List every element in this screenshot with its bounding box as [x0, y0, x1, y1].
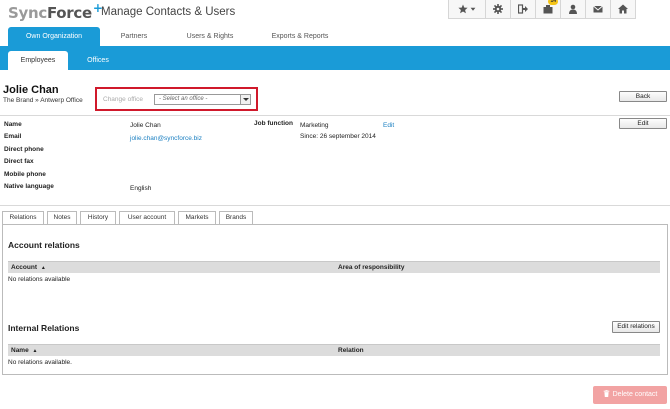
job-function-label: Job function: [254, 120, 293, 127]
tab-notes[interactable]: Notes: [47, 211, 77, 225]
inbox-icon: [543, 5, 553, 14]
caret-down-icon: [470, 7, 476, 11]
internal-relations-empty: No relations available.: [8, 359, 72, 366]
sign-out-icon: [518, 4, 528, 14]
divider: [0, 205, 670, 206]
sort-asc-icon: ▲: [40, 265, 46, 271]
office-select-value: - Select an office -: [159, 96, 208, 102]
logo-force-text: Force: [46, 4, 92, 22]
tab-relations[interactable]: Relations: [2, 211, 44, 225]
user-icon: [569, 4, 577, 14]
back-button[interactable]: Back: [619, 91, 667, 102]
area-column-header[interactable]: Area of responsibility: [338, 264, 404, 271]
native-language-value: English: [130, 185, 152, 192]
tab-user-account[interactable]: User account: [119, 211, 175, 225]
account-relations-title: Account relations: [8, 240, 80, 250]
sign-out-button[interactable]: [510, 0, 535, 18]
main-navigation: Own Organization Partners Users & Rights…: [0, 27, 670, 46]
page-title: Jolie Chan: [3, 84, 59, 96]
mobile-phone-label: Mobile phone: [4, 171, 46, 178]
mail-icon: [593, 5, 603, 13]
syncforce-logo[interactable]: SyncForce+: [8, 1, 103, 22]
account-column-header[interactable]: Account ▲: [11, 264, 46, 271]
relation-column-header[interactable]: Relation: [338, 347, 364, 354]
tab-exports-reports[interactable]: Exports & Reports: [255, 27, 345, 46]
messages-button[interactable]: [585, 0, 610, 18]
app-title: Manage Contacts & Users: [101, 6, 236, 18]
trash-icon: [603, 390, 609, 397]
sort-asc-icon: ▲: [32, 348, 38, 354]
home-icon: [618, 4, 628, 14]
change-office-label: Change office: [103, 96, 143, 103]
office-select[interactable]: - Select an office -: [154, 94, 251, 105]
job-since: Since: 26 september 2014: [300, 133, 376, 140]
profile-button[interactable]: [560, 0, 585, 18]
edit-relations-button[interactable]: Edit relations: [612, 321, 660, 333]
gear-icon: [493, 4, 503, 14]
name-label: Name: [4, 121, 22, 128]
native-language-label: Native language: [4, 183, 54, 190]
logo-sync-text: Sync: [8, 4, 47, 22]
tab-employees[interactable]: Employees: [8, 51, 68, 70]
top-toolbar: 14: [448, 0, 636, 19]
tab-own-organization[interactable]: Own Organization: [8, 27, 100, 46]
tab-partners[interactable]: Partners: [103, 27, 165, 46]
app-header: SyncForce+ Manage Contacts & Users 14: [0, 0, 670, 27]
account-relations-empty: No relations available: [8, 276, 71, 283]
tab-history[interactable]: History: [80, 211, 116, 225]
tab-brands[interactable]: Brands: [219, 211, 253, 225]
tab-markets[interactable]: Markets: [178, 211, 216, 225]
inbox-button[interactable]: 14: [535, 0, 560, 18]
notification-badge: 14: [548, 0, 558, 5]
internal-relations-header: Name ▲ Relation: [8, 344, 660, 356]
divider: [0, 115, 670, 116]
email-label: Email: [4, 133, 22, 140]
name-value: Jolie Chan: [130, 122, 161, 129]
edit-button[interactable]: Edit: [619, 118, 667, 129]
home-button[interactable]: [610, 0, 635, 18]
star-icon: [458, 4, 468, 14]
name-column-header[interactable]: Name ▲: [11, 347, 37, 354]
favorites-button[interactable]: [449, 0, 485, 18]
delete-contact-button[interactable]: Delete contact: [593, 386, 667, 404]
chevron-down-icon[interactable]: [240, 95, 250, 104]
tab-users-rights[interactable]: Users & Rights: [170, 27, 250, 46]
direct-fax-label: Direct fax: [4, 158, 34, 165]
change-office-highlight: Change office - Select an office -: [95, 87, 258, 111]
email-link[interactable]: jolie.chan@syncforce.biz: [130, 135, 202, 142]
settings-button[interactable]: [485, 0, 510, 18]
account-relations-header: Account ▲ Area of responsibility: [8, 261, 660, 273]
direct-phone-label: Direct phone: [4, 146, 44, 153]
breadcrumb: The Brand » Antwerp Office: [3, 97, 83, 104]
internal-relations-title: Internal Relations: [8, 323, 80, 333]
tab-offices[interactable]: Offices: [73, 51, 123, 70]
job-function-edit-link[interactable]: Edit: [383, 122, 394, 129]
sub-navigation: Employees Offices: [0, 46, 670, 70]
delete-contact-label: Delete contact: [612, 391, 658, 398]
job-function-value: Marketing: [300, 122, 329, 129]
